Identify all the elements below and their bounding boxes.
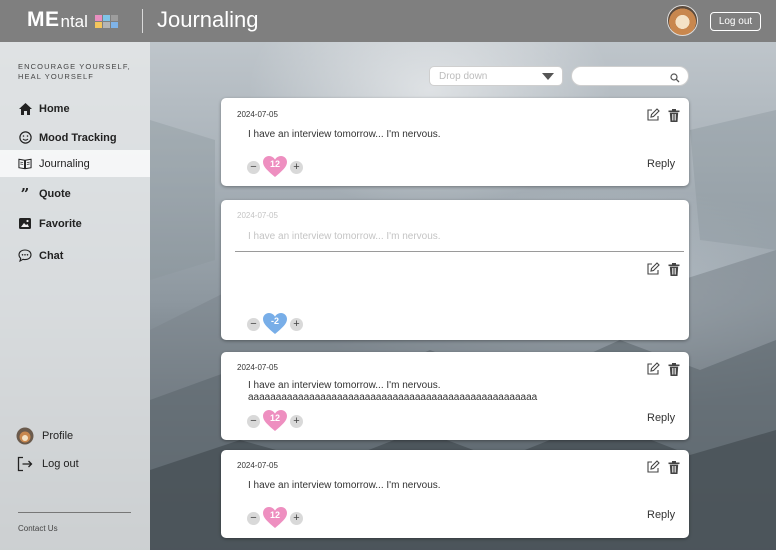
contact-us-link[interactable]: Contact Us — [18, 524, 58, 533]
top-header: ME ntal Journaling Log out — [0, 0, 776, 42]
downvote-minus-button[interactable]: − — [247, 414, 260, 428]
dropdown-placeholder: Drop down — [439, 70, 488, 82]
entry-date: 2024-07-05 — [237, 110, 278, 119]
sidebar-item-label: Mood Tracking — [39, 131, 117, 144]
entry-date: 2024-07-05 — [237, 211, 278, 220]
downvote-minus-button[interactable]: − — [247, 160, 260, 174]
upvote-plus-button[interactable]: + — [290, 160, 303, 174]
sidebar-profile[interactable]: Profile — [16, 427, 73, 445]
trash-icon[interactable] — [668, 461, 680, 479]
filter-dropdown[interactable]: Drop down — [429, 66, 563, 86]
vote-controls: − 12 + — [247, 156, 303, 178]
tagline-line-2: HEAL YOURSELF — [18, 72, 94, 81]
book-icon — [18, 157, 32, 171]
header-divider — [142, 9, 143, 33]
header-logout-button[interactable]: Log out — [710, 12, 761, 31]
sidebar-item-label: Home — [39, 102, 70, 115]
chevron-down-icon — [542, 73, 554, 80]
app-logo[interactable]: ME ntal — [27, 9, 118, 31]
sidebar-item-quote[interactable]: ” Quote — [0, 180, 150, 207]
sidebar-divider — [18, 512, 131, 513]
sidebar-item-label: Chat — [39, 249, 64, 262]
reply-button[interactable]: Reply — [647, 412, 675, 424]
image-icon — [18, 217, 32, 231]
logo-me-text: ME — [27, 8, 60, 31]
vote-count: -2 — [270, 316, 279, 326]
edit-icon[interactable] — [646, 262, 660, 281]
entry-text: I have an interview tomorrow... I'm nerv… — [248, 480, 441, 491]
sidebar-item-favorite[interactable]: Favorite — [0, 210, 150, 237]
profile-label: Profile — [42, 430, 74, 442]
logo-color-blocks-icon — [94, 15, 118, 28]
vote-controls: − 12 + — [247, 507, 303, 529]
upvote-plus-button[interactable]: + — [290, 317, 303, 331]
editor-divider — [235, 251, 684, 252]
journal-entry-card: 2024-07-05 I have an interview tomorrow.… — [221, 450, 689, 538]
entry-text: I have an interview tomorrow... I'm nerv… — [248, 380, 538, 403]
heart-icon: 12 — [263, 410, 287, 432]
downvote-minus-button[interactable]: − — [247, 511, 260, 525]
logout-label: Log out — [42, 458, 79, 470]
logout-arrow-icon — [16, 455, 34, 473]
trash-icon[interactable] — [668, 109, 680, 127]
search-icon — [670, 70, 680, 88]
vote-count: 12 — [269, 413, 280, 423]
tagline-line-1: ENCOURAGE YOURSELF, — [18, 62, 131, 71]
page-title: Journaling — [157, 7, 259, 32]
trash-icon[interactable] — [668, 263, 680, 281]
entry-date: 2024-07-05 — [237, 363, 278, 372]
vote-controls: − 12 + — [247, 410, 303, 432]
heart-icon: -2 — [263, 313, 287, 335]
user-avatar[interactable] — [667, 5, 698, 36]
sidebar-item-label: Favorite — [39, 217, 82, 230]
sidebar-logout[interactable]: Log out — [16, 455, 79, 473]
heart-icon: 12 — [263, 507, 287, 529]
journal-entry-card: 2024-07-05 I have an interview tomorrow.… — [221, 352, 689, 440]
entry-edit-field[interactable]: I have an interview tomorrow... I'm nerv… — [248, 231, 441, 243]
journal-entry-card: 2024-07-05 I have an interview tomorrow.… — [221, 98, 689, 186]
sidebar-item-home[interactable]: Home — [0, 95, 150, 122]
search-input[interactable] — [571, 66, 689, 86]
sidebar-item-chat[interactable]: Chat — [0, 242, 150, 269]
vote-controls: − -2 + — [247, 313, 303, 335]
logo-ntal-text: ntal — [60, 12, 88, 31]
trash-icon[interactable] — [668, 363, 680, 381]
quote-icon: ” — [20, 184, 30, 203]
upvote-plus-button[interactable]: + — [290, 414, 303, 428]
sidebar: ENCOURAGE YOURSELF, HEAL YOURSELF Home M… — [0, 42, 150, 550]
edit-icon[interactable] — [646, 108, 660, 127]
upvote-plus-button[interactable]: + — [290, 511, 303, 525]
reply-button[interactable]: Reply — [647, 509, 675, 521]
reply-button[interactable]: Reply — [647, 158, 675, 170]
edit-icon[interactable] — [646, 362, 660, 381]
heart-icon: 12 — [263, 156, 287, 178]
edit-icon[interactable] — [646, 460, 660, 479]
profile-avatar-icon — [16, 427, 34, 445]
entry-date: 2024-07-05 — [237, 461, 278, 470]
chat-bubble-icon — [18, 249, 32, 263]
sidebar-item-label: Journaling — [39, 157, 90, 170]
vote-count: 12 — [269, 159, 280, 169]
home-icon — [18, 102, 32, 116]
downvote-minus-button[interactable]: − — [247, 317, 260, 331]
entry-text: I have an interview tomorrow... I'm nerv… — [248, 129, 441, 140]
sidebar-item-mood-tracking[interactable]: Mood Tracking — [0, 124, 150, 151]
journal-entry-card-editing: 2024-07-05 I have an interview tomorrow.… — [221, 200, 689, 340]
sidebar-tagline: ENCOURAGE YOURSELF, HEAL YOURSELF — [18, 62, 131, 82]
sidebar-item-label: Quote — [39, 187, 71, 200]
smiley-icon — [18, 131, 32, 145]
vote-count: 12 — [269, 510, 280, 520]
sidebar-item-journaling[interactable]: Journaling — [0, 150, 150, 177]
